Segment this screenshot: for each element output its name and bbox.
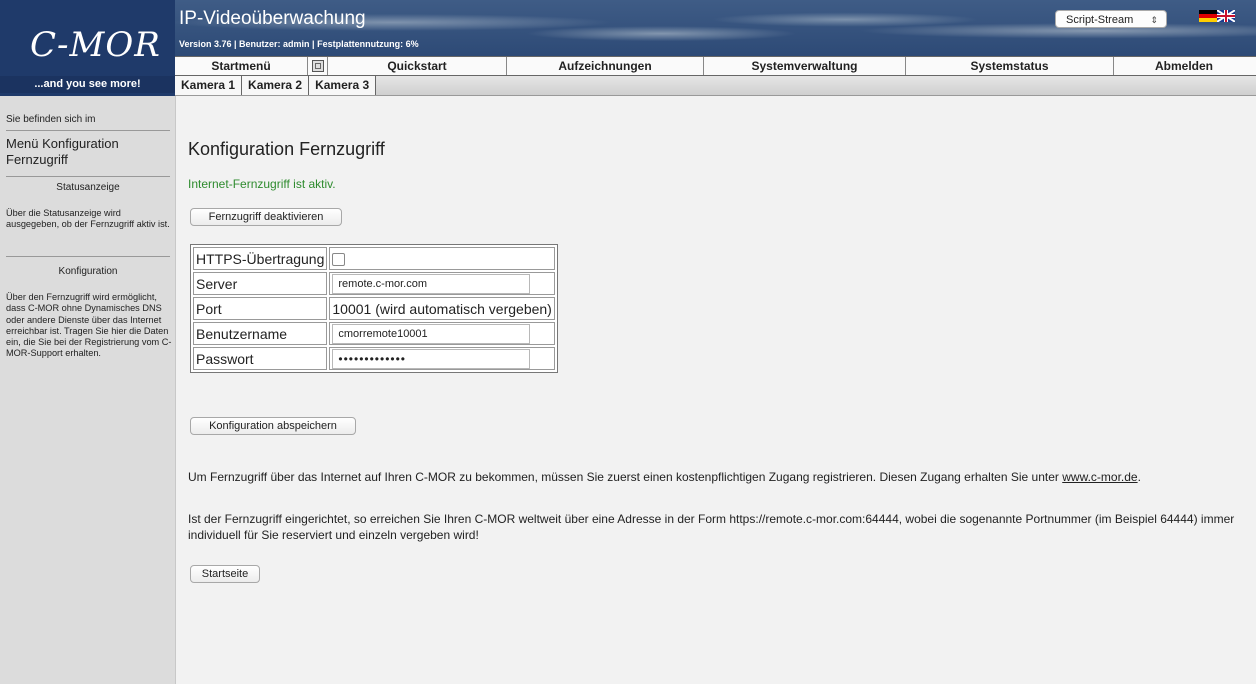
camera-nav: Kamera 1 Kamera 2 Kamera 3 bbox=[175, 76, 1256, 96]
server-label: Server bbox=[193, 272, 328, 295]
nav-systemstatus[interactable]: Systemstatus bbox=[906, 57, 1114, 75]
stream-select-value: Script-Stream bbox=[1066, 14, 1134, 26]
uk-flag-icon[interactable] bbox=[1217, 10, 1235, 22]
sidebar-section-text: Über die Statusanzeige wird ausgegeben, … bbox=[6, 208, 170, 230]
tagline: ...and you see more! bbox=[0, 76, 175, 93]
logo-text: C-MOR bbox=[30, 25, 161, 65]
home-button[interactable]: Startseite bbox=[190, 565, 260, 583]
username-label: Benutzername bbox=[193, 322, 328, 345]
port-value: 10001 (wird automatisch vergeben) bbox=[329, 297, 555, 320]
password-input[interactable]: ••••••••••••• bbox=[332, 348, 531, 369]
nav-quickstart[interactable]: Quickstart bbox=[328, 57, 507, 75]
sidebar-menu-title: Menü Konfiguration Fernzugriff bbox=[6, 136, 119, 167]
save-config-button[interactable]: Konfiguration abspeichern bbox=[190, 417, 356, 435]
info-address: Ist der Fernzugriff eingerichtet, so err… bbox=[188, 512, 1235, 542]
sidebar: Sie befinden sich im Menü Konfiguration … bbox=[0, 96, 176, 684]
stream-select[interactable]: Script-Stream ⇕ bbox=[1055, 10, 1167, 28]
table-row: Benutzername cmorremote10001 bbox=[193, 322, 555, 345]
cmor-website-link[interactable]: www.c-mor.de bbox=[1062, 470, 1137, 484]
info-registration: Um Fernzugriff über das Internet auf Ihr… bbox=[188, 469, 1248, 485]
deactivate-remote-button[interactable]: Fernzugriff deaktivieren bbox=[190, 208, 342, 226]
server-input[interactable]: remote.c-mor.com bbox=[332, 273, 531, 294]
table-row: Port 10001 (wird automatisch vergeben) bbox=[193, 297, 555, 320]
username-cell: cmorremote10001 bbox=[329, 322, 555, 345]
page-title: Konfiguration Fernzugriff bbox=[188, 139, 385, 159]
password-label: Passwort bbox=[193, 347, 328, 370]
username-input[interactable]: cmorremote10001 bbox=[332, 323, 531, 344]
sidebar-section-title: Konfiguration bbox=[58, 266, 118, 277]
tab-kamera-3[interactable]: Kamera 3 bbox=[309, 76, 377, 95]
https-cell bbox=[329, 247, 555, 270]
sidebar-location-label: Sie befinden sich im bbox=[6, 114, 96, 125]
https-label: HTTPS-Übertragung bbox=[193, 247, 328, 270]
table-row: HTTPS-Übertragung bbox=[193, 247, 555, 270]
de-flag-icon[interactable] bbox=[1199, 10, 1217, 22]
select-arrows-icon: ⇕ bbox=[1150, 15, 1158, 25]
version-info: Version 3.76 | Benutzer: admin | Festpla… bbox=[179, 39, 419, 49]
header: C-MOR ...and you see more! IP-Videoüberw… bbox=[0, 0, 1256, 96]
app-title: IP-Videoüberwachung bbox=[179, 8, 366, 29]
tab-kamera-1[interactable]: Kamera 1 bbox=[175, 76, 243, 95]
port-label: Port bbox=[193, 297, 328, 320]
tab-kamera-2[interactable]: Kamera 2 bbox=[242, 76, 310, 95]
server-cell: remote.c-mor.com bbox=[329, 272, 555, 295]
fullscreen-icon[interactable] bbox=[308, 57, 328, 75]
nav-systemverwaltung[interactable]: Systemverwaltung bbox=[704, 57, 906, 75]
nav-abmelden[interactable]: Abmelden bbox=[1114, 57, 1254, 75]
divider bbox=[6, 176, 170, 177]
divider bbox=[6, 256, 170, 257]
logo[interactable]: C-MOR ...and you see more! bbox=[0, 0, 175, 96]
header-banner: IP-Videoüberwachung Version 3.76 | Benut… bbox=[175, 0, 1256, 56]
nav-startmenu[interactable]: Startmenü bbox=[175, 57, 308, 75]
sidebar-section-text: Über den Fernzugriff wird ermöglicht, da… bbox=[6, 292, 172, 359]
https-checkbox[interactable] bbox=[332, 253, 346, 267]
info-registration-end: . bbox=[1137, 470, 1141, 484]
nav-aufzeichnungen[interactable]: Aufzeichnungen bbox=[507, 57, 704, 75]
info-registration-text: Um Fernzugriff über das Internet auf Ihr… bbox=[188, 470, 1063, 484]
sidebar-section-title: Statusanzeige bbox=[56, 182, 120, 193]
status-message: Internet-Fernzugriff ist aktiv. bbox=[188, 177, 336, 191]
divider bbox=[6, 130, 170, 131]
password-cell: ••••••••••••• bbox=[329, 347, 555, 370]
table-row: Passwort ••••••••••••• bbox=[193, 347, 555, 370]
main-nav: Startmenü Quickstart Aufzeichnungen Syst… bbox=[175, 56, 1256, 76]
remote-config-form: HTTPS-Übertragung Server remote.c-mor.co… bbox=[190, 244, 558, 373]
table-row: Server remote.c-mor.com bbox=[193, 272, 555, 295]
